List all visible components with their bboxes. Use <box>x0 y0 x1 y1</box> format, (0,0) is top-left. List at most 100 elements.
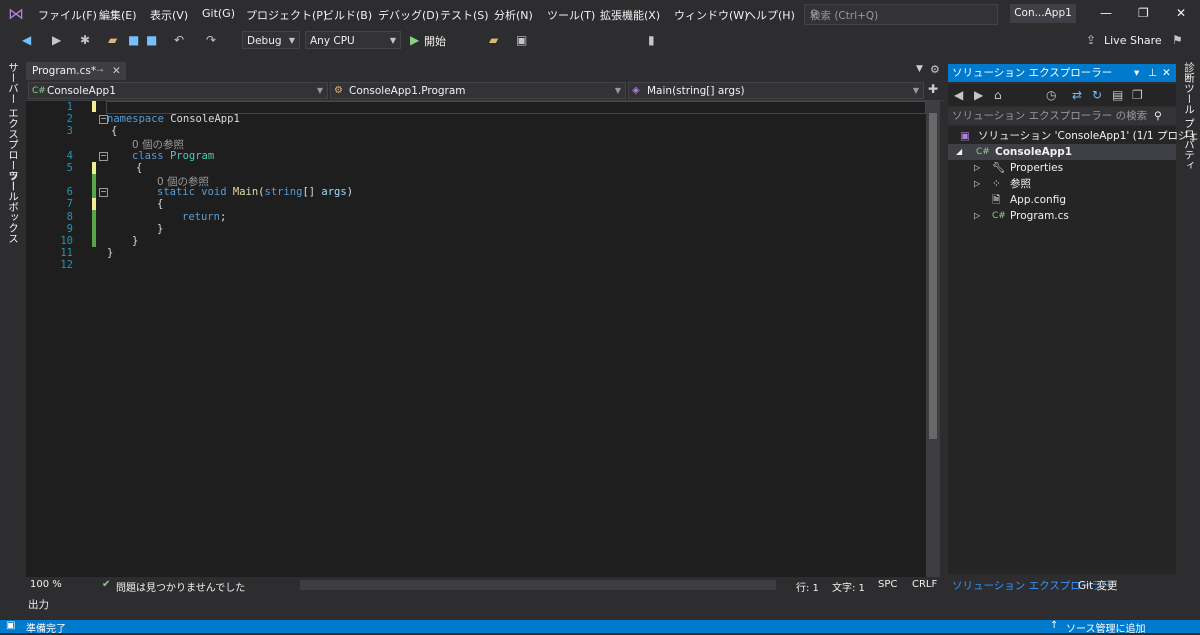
search-icon[interactable]: ⚲ <box>1154 107 1162 125</box>
back-icon[interactable]: ◀ <box>22 33 31 47</box>
navigation-bar: C# ConsoleApp1 ▼ ⚙ ConsoleApp1.Program ▼ ◈… <box>26 81 944 101</box>
live-share-button[interactable]: Live Share <box>1104 34 1162 47</box>
tab-git-changes[interactable]: Git 変更 <box>1078 578 1118 593</box>
code-line-brace: } <box>107 247 114 259</box>
code-line-brace: { <box>136 162 143 174</box>
pin-icon[interactable]: ⊥ <box>1148 64 1157 82</box>
forward-icon[interactable]: ▶ <box>52 33 61 47</box>
close-tab-icon[interactable]: ✕ <box>112 62 121 80</box>
new-project-icon[interactable]: ✱ <box>80 33 90 47</box>
tree-item-program-cs[interactable]: ▷ C# Program.cs <box>948 208 1176 224</box>
feedback-icon[interactable]: ⚑ <box>1172 33 1183 47</box>
editor-horizontal-scrollbar[interactable] <box>300 580 776 590</box>
output-panel-tab[interactable]: 出力 <box>28 597 49 612</box>
search-input[interactable]: 検索 (Ctrl+Q) ⚲ <box>804 4 998 25</box>
close-icon[interactable]: ✕ <box>1176 6 1186 20</box>
menu-analyze[interactable]: 分析(N) <box>494 7 533 23</box>
history-icon[interactable]: ◷ <box>1046 88 1056 102</box>
issues-status[interactable]: 問題は見つかりませんでした <box>116 579 245 594</box>
browser-icon[interactable]: ▣ <box>516 33 527 47</box>
menu-view[interactable]: 表示(V) <box>150 7 188 23</box>
tree-item-properties[interactable]: ▷ 🔧︎ Properties <box>948 160 1176 176</box>
menu-project[interactable]: プロジェクト(P) <box>246 7 327 23</box>
code-editor[interactable]: 1 2 3 4 5 6 7 8 9 10 11 12 − − − namespa… <box>26 101 926 577</box>
start-icon[interactable]: ▶ <box>410 33 419 47</box>
minimize-icon[interactable]: — <box>1100 6 1112 20</box>
menu-git[interactable]: Git(G) <box>202 7 235 20</box>
bookmark-icon[interactable]: ▮ <box>648 33 655 47</box>
fold-toggle[interactable]: − <box>99 152 108 161</box>
menu-tools[interactable]: ツール(T) <box>547 7 595 23</box>
save-all-icon[interactable]: ■ <box>146 33 157 47</box>
menu-edit[interactable]: 編集(E) <box>99 7 137 23</box>
menu-extensions[interactable]: 拡張機能(X) <box>600 7 660 23</box>
solution-explorer-tabs: ソリューション エクスプローラー Git 変更 <box>948 576 1176 594</box>
scroll-thumb[interactable] <box>929 113 937 439</box>
change-marker <box>92 162 96 174</box>
menu-file[interactable]: ファイル(F) <box>38 7 97 23</box>
close-icon[interactable]: ✕ <box>1162 64 1171 82</box>
toolbox-tab[interactable]: ツールボックス <box>6 170 21 244</box>
refresh-icon[interactable]: ↻ <box>1092 88 1102 102</box>
tree-item-app-config[interactable]: 🗎︎ App.config <box>948 192 1176 208</box>
tab-program-cs[interactable]: Program.cs* ⊸ ✕ <box>26 62 126 80</box>
nav-class-select[interactable]: ⚙ ConsoleApp1.Program ▼ <box>330 82 626 99</box>
chevron-down-icon[interactable]: ▾ <box>1134 64 1139 82</box>
redo-icon[interactable]: ↷ <box>206 33 216 47</box>
split-icon[interactable]: ✚ <box>928 82 938 96</box>
expand-icon[interactable]: ▷ <box>974 160 980 176</box>
forward-icon[interactable]: ▶ <box>974 88 983 102</box>
code-line-brace: { <box>111 125 118 137</box>
line-indicator: 行: 1 <box>796 583 819 594</box>
home-icon[interactable]: ⌂ <box>994 88 1002 102</box>
show-all-files-icon[interactable]: ❐ <box>1132 88 1143 102</box>
undo-icon[interactable]: ↶ <box>174 33 184 47</box>
tree-solution[interactable]: ▣ ソリューション 'ConsoleApp1' (1/1 プロジェクト) <box>948 128 1200 144</box>
config-select[interactable]: Debug ▼ <box>242 31 300 49</box>
collapse-all-icon[interactable]: ▤ <box>1112 88 1123 102</box>
tree-project[interactable]: ◢ C# ConsoleApp1 <box>948 144 1176 160</box>
properties-tab[interactable]: プロパティ <box>1182 118 1197 171</box>
csharp-file-icon: C# <box>992 211 1006 221</box>
expand-icon[interactable]: ▷ <box>974 208 980 224</box>
folder-icon[interactable]: ▰ <box>489 33 498 47</box>
settings-gear-icon[interactable]: ⚙ <box>930 63 940 76</box>
menu-help[interactable]: ヘルプ(H) <box>745 7 795 23</box>
crlf-indicator[interactable]: CRLF <box>912 579 937 590</box>
expand-icon[interactable]: ▷ <box>974 176 980 192</box>
ready-icon: ▣ <box>6 620 16 631</box>
pin-icon[interactable]: ⊸ <box>96 62 104 80</box>
start-button[interactable]: 開始 <box>424 33 446 49</box>
char-indicator: 文字: 1 <box>832 583 865 594</box>
open-file-icon[interactable]: ▰ <box>108 33 117 47</box>
zoom-select[interactable]: 100 % <box>30 579 62 590</box>
fold-toggle[interactable]: − <box>99 188 108 197</box>
references-icon: ⁘ <box>992 178 1001 190</box>
config-file-icon: 🗎︎ <box>992 194 1001 206</box>
menu-window[interactable]: ウィンドウ(W) <box>674 7 748 23</box>
menu-build[interactable]: ビルド(B) <box>323 7 372 23</box>
up-arrow-icon: ↑ <box>1050 620 1059 631</box>
nav-member-select[interactable]: ◈ Main(string[] args) ▼ <box>628 82 924 99</box>
left-tool-rail: サーバー エクスプローラー ツールボックス <box>0 58 24 620</box>
tree-item-references[interactable]: ▷ ⁘ 参照 <box>948 176 1176 192</box>
standard-toolbar: ◀ ▶ ✱ ▰ ■ ■ ↶ ↷ Debug ▼ Any CPU ▼ ▶ 開始 ▰ ▣… <box>0 28 1200 54</box>
change-marker <box>92 210 96 247</box>
expand-icon[interactable]: ◢ <box>956 144 962 160</box>
platform-select[interactable]: Any CPU ▼ <box>305 31 401 49</box>
editor-vertical-scrollbar[interactable] <box>926 101 940 577</box>
live-share-icon[interactable]: ⇪ <box>1086 33 1096 47</box>
code-line-return: return; <box>182 211 227 223</box>
sync-icon[interactable]: ⇄ <box>1072 88 1082 102</box>
check-icon: ✔ <box>102 579 111 590</box>
nav-project-select[interactable]: C# ConsoleApp1 ▼ <box>28 82 328 99</box>
menu-test[interactable]: テスト(S) <box>440 7 489 23</box>
change-marker <box>92 174 96 198</box>
solution-search-input[interactable]: ソリューション エクスプローラー の検索 (Ctrl+:) ⚲ <box>948 107 1176 140</box>
diagnostic-tools-tab[interactable]: 診断ツール <box>1182 62 1197 115</box>
tab-list-icon[interactable]: ▼ <box>916 64 923 74</box>
restore-icon[interactable]: ❐ <box>1138 6 1149 20</box>
menu-debug[interactable]: デバッグ(D) <box>378 7 439 23</box>
back-icon[interactable]: ◀ <box>954 88 963 102</box>
save-icon[interactable]: ■ <box>128 33 139 47</box>
